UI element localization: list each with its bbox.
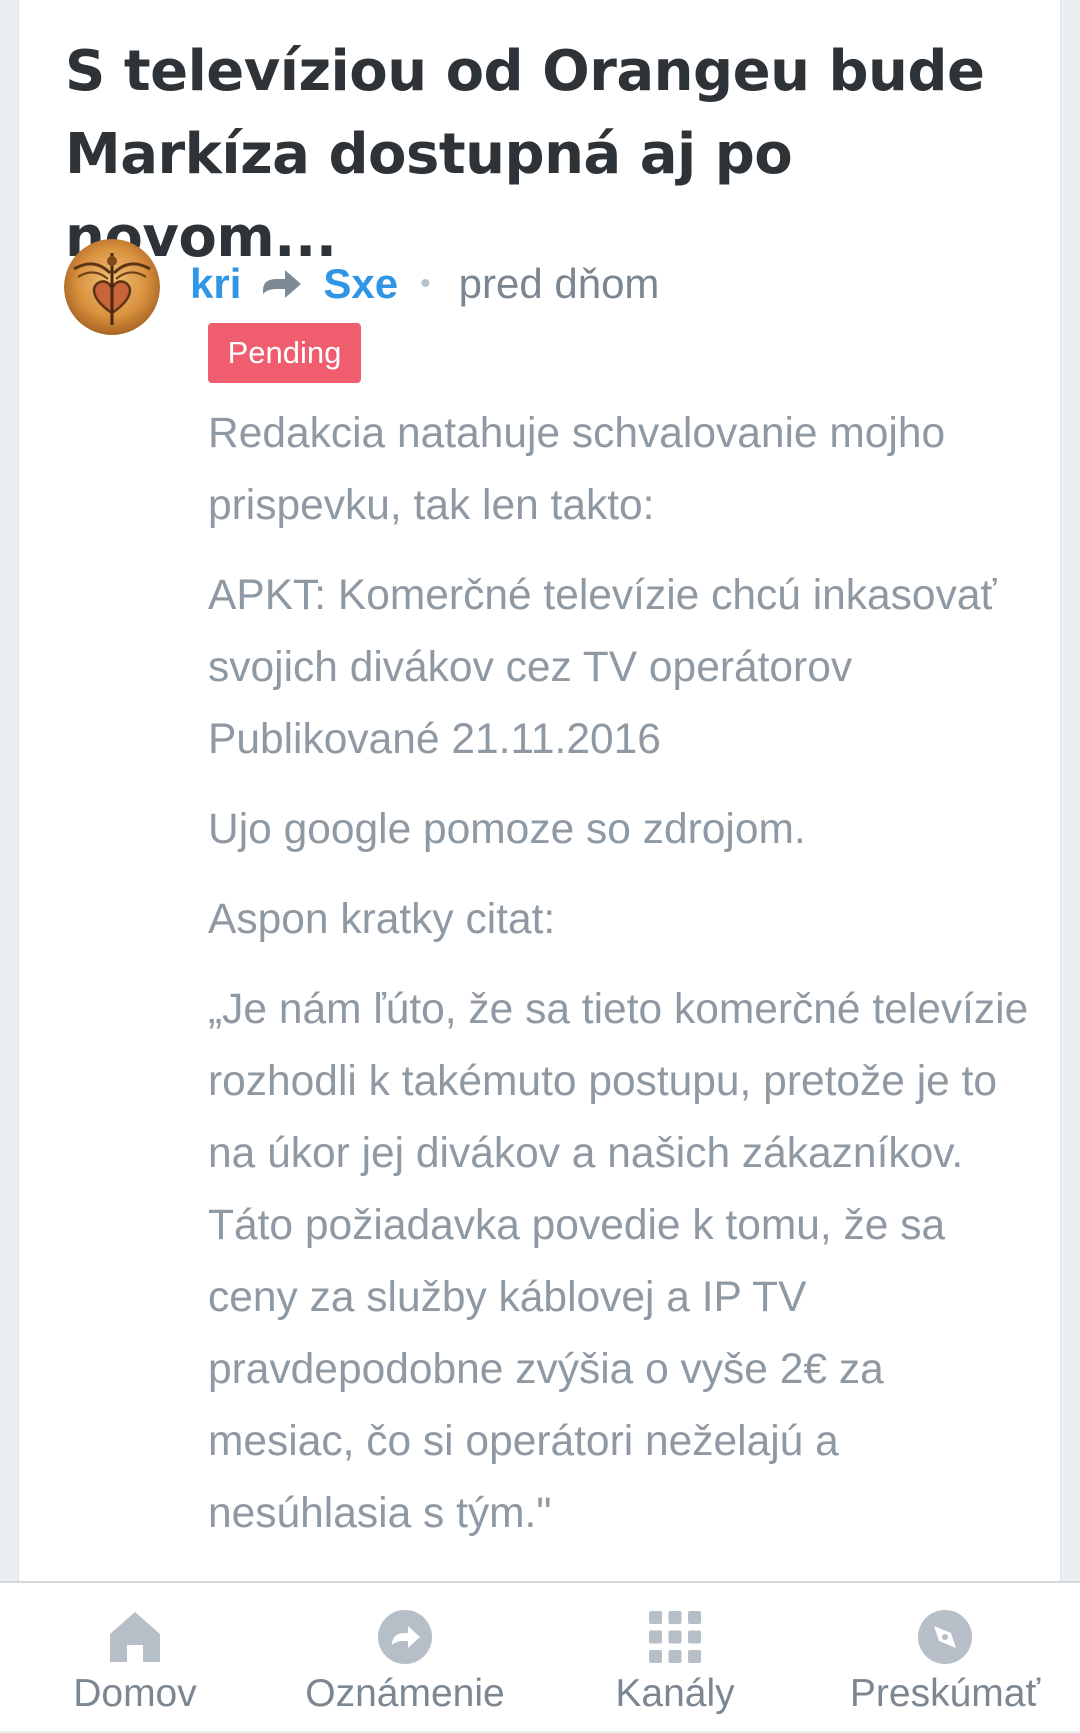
- avatar[interactable]: [64, 239, 160, 335]
- share-icon: [378, 1610, 432, 1664]
- author-name[interactable]: kri: [190, 260, 241, 308]
- nav-label-notifications: Oznámenie: [305, 1672, 505, 1715]
- nav-item-channels[interactable]: Kanály: [540, 1583, 810, 1733]
- nav-label-channels: Kanály: [615, 1672, 735, 1715]
- nav-item-explore[interactable]: Preskúmať: [810, 1583, 1080, 1733]
- bottom-navigation: Domov Oznámenie Kanály Preskúmať: [0, 1581, 1080, 1731]
- post-paragraph: Redakcia natahuje schvalovanie mojho pri…: [208, 410, 946, 529]
- post-paragraph: Ujo google pomoze so zdrojom.: [208, 806, 806, 853]
- post-title[interactable]: S televíziou od Orangeu bude Markíza dos…: [65, 30, 1025, 279]
- meta-separator: •: [420, 267, 431, 300]
- nav-label-explore: Preskúmať: [849, 1672, 1041, 1715]
- grid-icon: [649, 1611, 701, 1663]
- post-card: S televíziou od Orangeu bude Markíza dos…: [18, 0, 1061, 1581]
- post-paragraph: Aspon kratky citat:: [208, 896, 556, 943]
- nav-label-home: Domov: [73, 1672, 197, 1715]
- post-body: Redakcia natahuje schvalovanie mojho pri…: [208, 398, 1038, 1568]
- nav-item-notifications[interactable]: Oznámenie: [270, 1583, 540, 1733]
- post-meta: kri Sxe • pred dňom: [190, 256, 659, 312]
- post-timestamp: pred dňom: [458, 260, 660, 307]
- target-channel[interactable]: Sxe: [323, 260, 398, 308]
- nav-item-home[interactable]: Domov: [0, 1583, 270, 1733]
- status-badge: Pending: [208, 323, 361, 383]
- post-paragraph: APKT: Komerčné televízie chcú inkasovať …: [208, 572, 997, 763]
- home-icon: [110, 1612, 160, 1662]
- post-quote: „Je nám ľúto, že sa tieto komerčné telev…: [208, 986, 1029, 1537]
- compass-icon: [918, 1610, 972, 1664]
- avatar-image: [64, 239, 160, 335]
- arrow-right-icon: [259, 264, 305, 304]
